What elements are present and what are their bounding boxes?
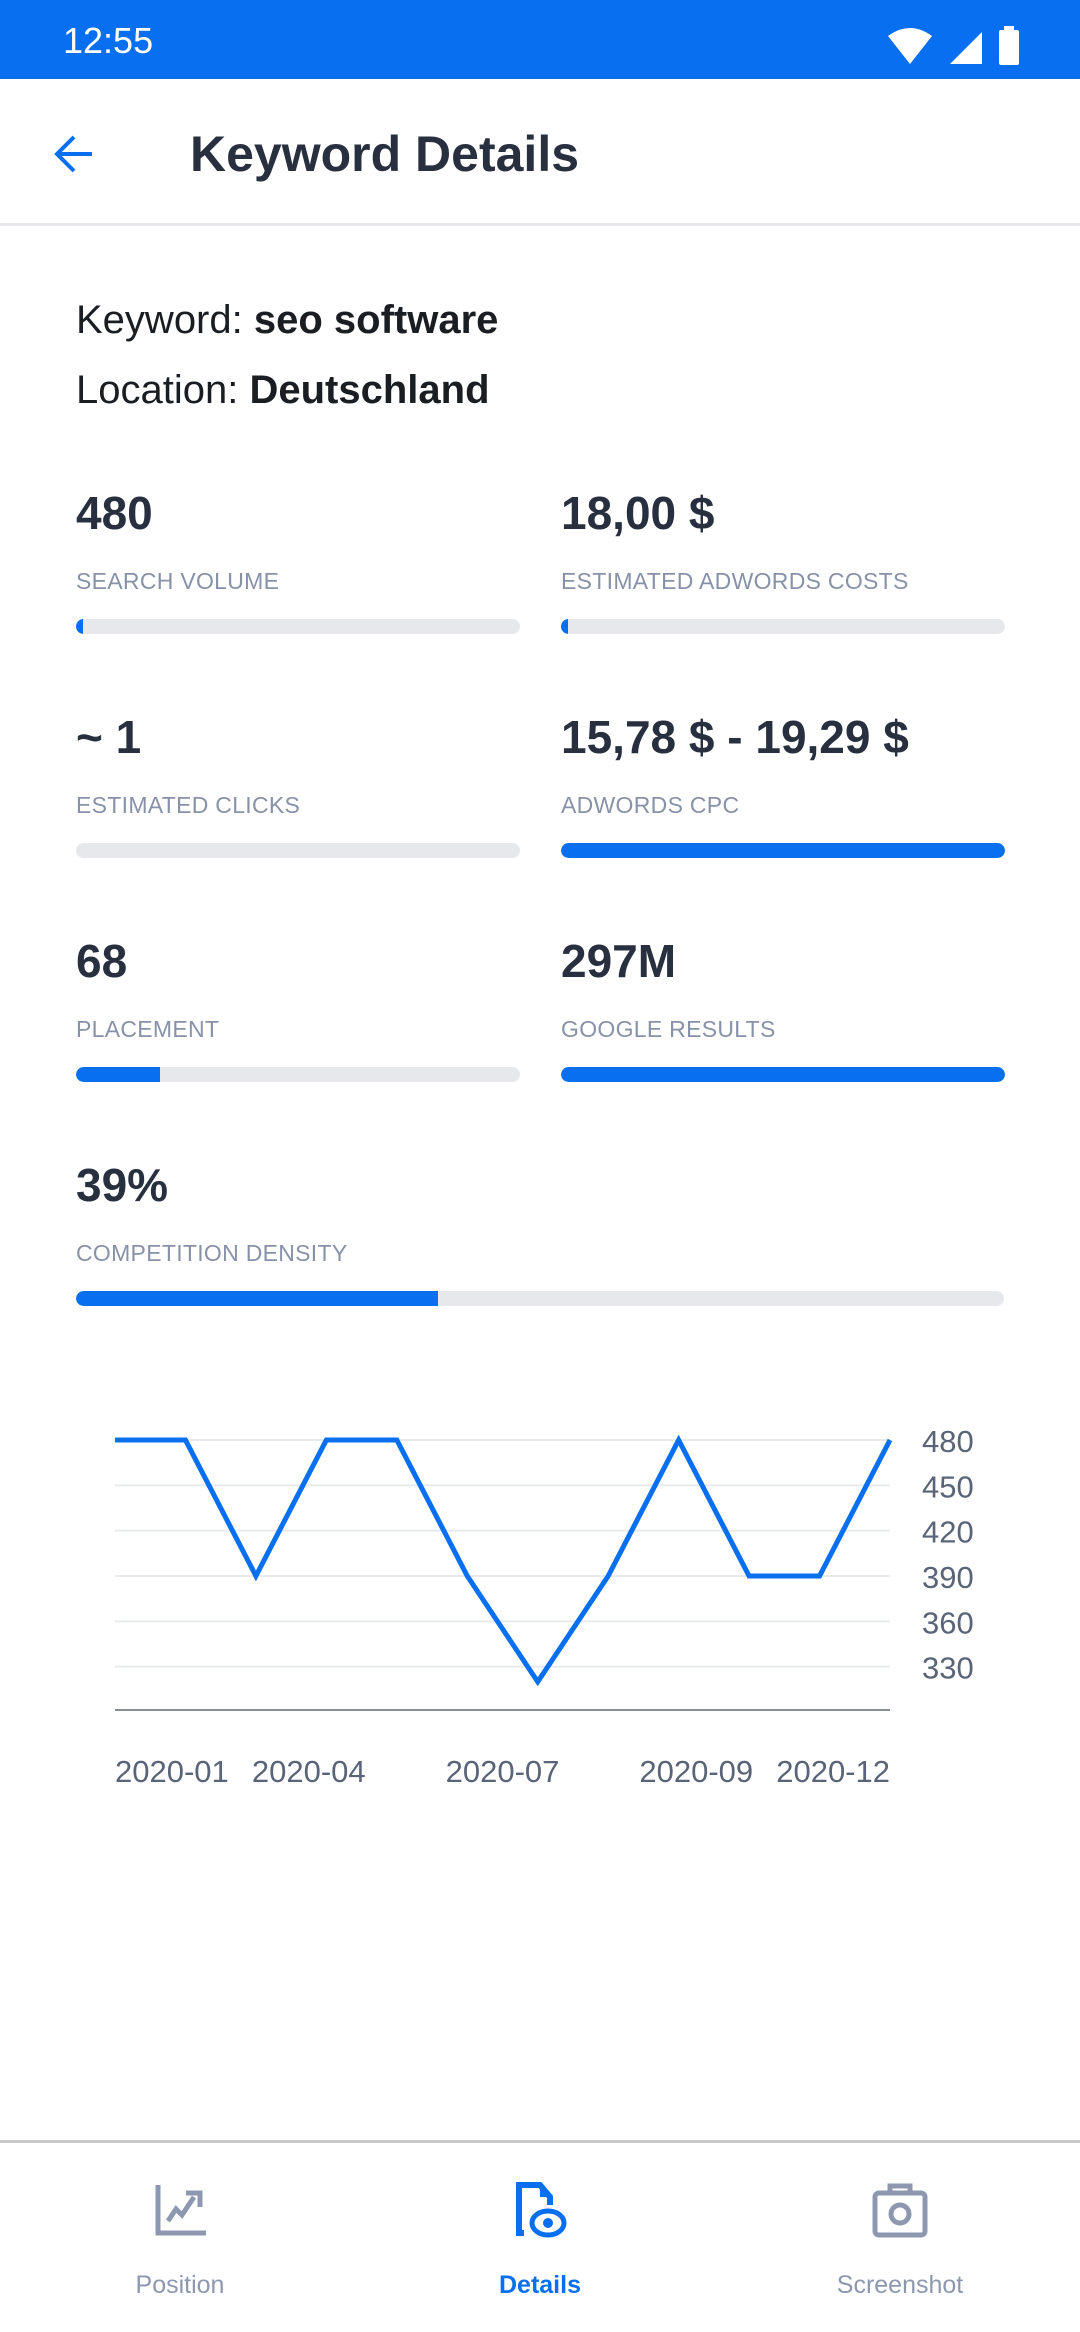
nav-item-screenshot[interactable]: Screenshot: [720, 2143, 1080, 2332]
stat-label: GOOGLE RESULTS: [561, 1016, 776, 1042]
status-icons: [886, 26, 1020, 66]
line-chart: 330 360 390 420 450 480 2020-01 2020-04 2020-07 2…: [115, 1424, 974, 1789]
stat-value: 480: [76, 487, 153, 539]
stat-value: 68: [76, 935, 128, 987]
x-tick-label: 2020-12: [776, 1754, 890, 1789]
keyword-value: seo software: [253, 298, 499, 342]
progress-fill: [76, 1291, 438, 1306]
stat-placement: 68 PLACEMENT: [76, 934, 520, 1082]
bottom-nav: Position Details Screenshot: [0, 2140, 1080, 2332]
status-time: 12:55: [63, 20, 154, 61]
back-button[interactable]: [44, 124, 104, 184]
nav-item-position[interactable]: Position: [0, 2143, 360, 2332]
y-tick-label: 480: [922, 1424, 974, 1459]
keyword-label: Keyword:: [76, 298, 254, 342]
nav-label: Position: [135, 2271, 225, 2299]
stat-estimated-clicks: ~ 1 ESTIMATED CLICKS: [76, 710, 520, 858]
progress-bar: [76, 1291, 1004, 1306]
battery-icon: [999, 26, 1019, 65]
keyword-info: Keyword: seo software Location: Deutschl…: [76, 292, 498, 432]
stat-value: ~ 1: [76, 711, 142, 763]
document-eye-icon: [516, 2182, 567, 2238]
y-tick-label: 450: [922, 1469, 974, 1504]
keyword-row: Keyword: seo software: [76, 292, 498, 362]
progress-fill: [561, 843, 1005, 858]
location-row: Location: Deutschland: [76, 362, 498, 432]
camera-icon: [872, 2183, 928, 2238]
x-tick-label: 2020-01: [115, 1754, 229, 1789]
series-line: [115, 1434, 893, 1687]
stat-competition-density: 39% COMPETITION DENSITY: [76, 1158, 1004, 1306]
x-tick-label: 2020-09: [639, 1754, 753, 1789]
search-volume-chart: 330 360 390 420 450 480 2020-01 2020-04 2020-07 2…: [0, 1390, 1080, 1810]
nav-label: Details: [499, 2271, 581, 2299]
progress-bar: [561, 1067, 1005, 1082]
x-tick-label: 2020-04: [252, 1754, 366, 1789]
stat-value: 18,00 $: [561, 487, 715, 539]
page-title: Keyword Details: [190, 126, 580, 182]
progress-bar: [76, 843, 520, 858]
y-tick-label: 330: [922, 1651, 974, 1686]
y-tick-label: 360: [922, 1605, 974, 1640]
stat-label: COMPETITION DENSITY: [76, 1240, 348, 1266]
stat-label: SEARCH VOLUME: [76, 568, 280, 594]
progress-fill: [561, 619, 568, 634]
location-label: Location:: [76, 368, 250, 412]
progress-bar: [561, 843, 1005, 858]
progress-bar: [561, 619, 1005, 634]
location-value: Deutschland: [249, 368, 490, 412]
progress-fill: [76, 619, 83, 634]
stat-label: ESTIMATED CLICKS: [76, 792, 301, 818]
stat-value: 15,78 $ - 19,29 $: [561, 711, 909, 763]
stat-adwords-cpc: 15,78 $ - 19,29 $ ADWORDS CPC: [561, 710, 1005, 858]
y-tick-label: 390: [922, 1560, 974, 1595]
y-tick-label: 420: [922, 1515, 974, 1550]
progress-fill: [561, 1067, 1005, 1082]
x-tick-label: 2020-07: [446, 1754, 560, 1789]
chart-trend-icon: [155, 2185, 206, 2236]
stat-google-results: 297M GOOGLE RESULTS: [561, 934, 1005, 1082]
nav-label: Screenshot: [836, 2271, 964, 2299]
stat-value: 39%: [76, 1159, 169, 1211]
stat-label: ADWORDS CPC: [561, 792, 740, 818]
status-bar: 12:55: [0, 0, 1080, 79]
arrow-left-icon: [54, 135, 92, 173]
progress-fill: [76, 1067, 161, 1082]
stat-search-volume: 480 SEARCH VOLUME: [76, 486, 520, 634]
stat-label: ESTIMATED ADWORDS COSTS: [561, 568, 909, 594]
stat-value: 297M: [561, 935, 677, 987]
app-bar: Keyword Details: [0, 79, 1080, 226]
progress-bar: [76, 619, 520, 634]
stat-estimated-adwords-costs: 18,00 $ ESTIMATED ADWORDS COSTS: [561, 486, 1005, 634]
progress-bar: [76, 1067, 520, 1082]
nav-item-details[interactable]: Details: [360, 2143, 720, 2332]
signal-icon: [950, 32, 982, 64]
wifi-icon: [888, 28, 932, 64]
stat-label: PLACEMENT: [76, 1016, 220, 1042]
